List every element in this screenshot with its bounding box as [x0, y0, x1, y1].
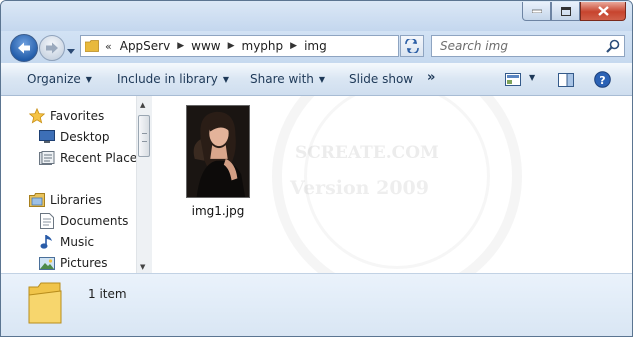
refresh-icon: [405, 39, 419, 53]
chevron-down-icon: ▼: [318, 75, 326, 84]
star-icon: [28, 108, 45, 124]
help-icon[interactable]: ?: [594, 71, 611, 88]
search-icon[interactable]: [606, 39, 620, 53]
organize-label: Organize: [27, 72, 81, 86]
navigation-pane: Favorites Desktop Recent Places Librarie…: [1, 96, 136, 273]
recent-pages-dropdown[interactable]: [67, 43, 75, 57]
watermark-text: SCREATE.COM: [295, 143, 439, 163]
breadcrumb-separator[interactable]: ▶: [224, 41, 239, 51]
share-with-menu[interactable]: Share with ▼: [250, 72, 325, 86]
search-box: [431, 35, 625, 57]
minimize-button[interactable]: [522, 2, 551, 21]
sidebar-item-favorites[interactable]: Favorites: [28, 106, 104, 126]
address-row: « AppServ ▶ www ▶ myphp ▶ img: [1, 31, 632, 63]
close-button[interactable]: [580, 2, 626, 21]
navigation-scrollbar[interactable]: ▲ ▼: [136, 96, 152, 273]
watermark-version: Version 2009: [290, 177, 429, 199]
minimize-icon: [531, 9, 542, 13]
address-bar[interactable]: « AppServ ▶ www ▶ myphp ▶ img: [80, 35, 399, 57]
window-controls: [522, 2, 626, 21]
breadcrumb: « AppServ ▶ www ▶ myphp ▶ img: [99, 36, 330, 56]
breadcrumb-www[interactable]: www: [188, 39, 223, 53]
breadcrumb-myphp[interactable]: myphp: [239, 39, 287, 53]
sidebar-item-music[interactable]: Music: [38, 232, 94, 252]
view-options-dropdown[interactable]: ▼: [529, 73, 535, 82]
scroll-up-icon[interactable]: ▲: [140, 101, 145, 109]
sidebar-item-label: Recent Places: [60, 151, 136, 165]
svg-text:?: ?: [599, 74, 605, 87]
explorer-window: « AppServ ▶ www ▶ myphp ▶ img Organize ▼ …: [0, 0, 633, 337]
sidebar-item-label: Desktop: [60, 130, 110, 144]
details-pane: 1 item: [1, 273, 632, 336]
sidebar-item-label: Documents: [60, 214, 129, 228]
chevron-down-icon: ▼: [85, 75, 92, 84]
chevron-down-icon: [67, 49, 75, 54]
command-bar: Organize ▼ Include in library ▼ Share with…: [1, 63, 632, 96]
organize-menu[interactable]: Organize ▼: [27, 72, 92, 86]
sidebar-item-label: Libraries: [50, 193, 102, 207]
maximize-icon: [560, 6, 571, 16]
folder-icon: [28, 282, 62, 324]
sidebar-item-recent-places[interactable]: Recent Places: [38, 148, 136, 168]
forward-arrow-icon: [46, 42, 58, 54]
scroll-down-icon[interactable]: ▼: [140, 263, 145, 271]
breadcrumb-appserv[interactable]: AppServ: [117, 39, 173, 53]
image-thumbnail: [186, 105, 250, 198]
share-with-label: Share with: [250, 72, 314, 86]
include-in-library-menu[interactable]: Include in library ▼: [117, 72, 229, 86]
sidebar-item-pictures[interactable]: Pictures: [38, 253, 108, 273]
more-commands-button[interactable]: »: [427, 70, 435, 85]
forward-button[interactable]: [39, 35, 65, 61]
search-input[interactable]: [432, 36, 610, 56]
item-count: 1 item: [88, 287, 127, 301]
back-button[interactable]: [10, 34, 38, 62]
pictures-icon: [38, 255, 55, 271]
libraries-icon: [28, 192, 45, 208]
desktop-icon: [38, 129, 55, 145]
file-list-area[interactable]: SCREATE.COM Version 2009 img1.jpg: [152, 96, 632, 273]
sidebar-item-libraries[interactable]: Libraries: [28, 190, 102, 210]
sidebar-item-label: Music: [60, 235, 95, 249]
sidebar-item-label: Pictures: [60, 256, 108, 270]
chevron-down-icon: ▼: [222, 75, 230, 84]
sidebar-item-documents[interactable]: Documents: [38, 211, 128, 231]
refresh-button[interactable]: [400, 35, 424, 57]
breadcrumb-separator[interactable]: ▶: [173, 41, 188, 51]
slide-show-button[interactable]: Slide show: [349, 72, 413, 86]
scrollbar-thumb[interactable]: [138, 115, 150, 157]
sidebar-item-label: Favorites: [50, 109, 105, 123]
recent-places-icon: [38, 150, 55, 166]
maximize-button[interactable]: [551, 2, 580, 21]
slide-show-label: Slide show: [349, 72, 414, 86]
breadcrumb-separator[interactable]: ▶: [286, 41, 301, 51]
breadcrumb-overflow[interactable]: «: [105, 40, 112, 53]
grip-icon: [142, 133, 147, 142]
breadcrumb-img[interactable]: img: [301, 39, 330, 53]
file-name: img1.jpg: [191, 204, 245, 218]
include-in-library-label: Include in library: [117, 72, 218, 86]
close-icon: [597, 6, 609, 16]
preview-pane-icon[interactable]: [558, 73, 574, 87]
file-item[interactable]: img1.jpg: [186, 105, 250, 218]
documents-icon: [38, 213, 55, 229]
title-bar: [1, 1, 632, 31]
change-view-icon[interactable]: [505, 73, 521, 86]
folder-icon: [85, 40, 99, 52]
sidebar-item-desktop[interactable]: Desktop: [38, 127, 110, 147]
back-arrow-icon: [18, 42, 30, 54]
music-icon: [38, 234, 55, 250]
